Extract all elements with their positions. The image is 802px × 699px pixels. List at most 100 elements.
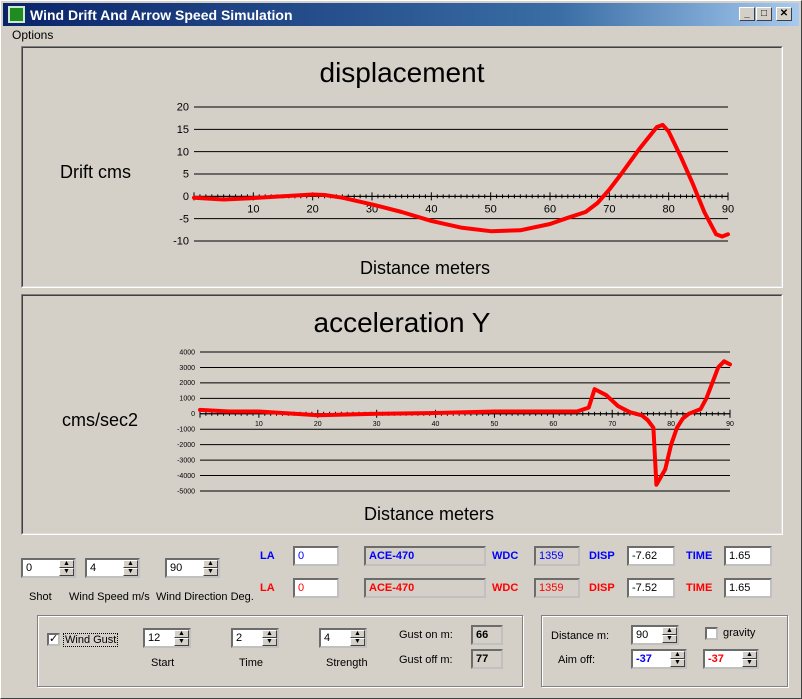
spin-down-icon[interactable]: ▼ xyxy=(174,638,189,646)
acceleration-data-point xyxy=(722,359,726,363)
acceleration-data-point xyxy=(651,426,655,430)
acceleration-y-tick-label: -4000 xyxy=(177,473,195,480)
wdc-label-red: WDC xyxy=(492,582,519,594)
spin-up-icon[interactable]: ▲ xyxy=(662,627,677,635)
wind-direction-value[interactable]: 90 xyxy=(170,562,182,574)
acceleration-x-tick-label: 50 xyxy=(491,421,499,428)
acceleration-y-tick-label: -2000 xyxy=(177,442,195,449)
spin-up-icon[interactable]: ▲ xyxy=(59,560,74,568)
spin-down-icon[interactable]: ▼ xyxy=(203,568,218,576)
disp-field-blue: -7.62 xyxy=(627,546,675,566)
maximize-button[interactable]: □ xyxy=(756,7,772,21)
distance-value[interactable]: 90 xyxy=(636,629,648,641)
displacement-data-point xyxy=(726,232,730,236)
app-icon[interactable] xyxy=(8,6,25,23)
acceleration-data-point xyxy=(227,409,231,413)
displacement-data-point xyxy=(192,196,196,200)
displacement-y-tick-label: -5 xyxy=(179,213,189,225)
disp-label-blue: DISP xyxy=(589,550,615,562)
spin-up-icon[interactable]: ▲ xyxy=(203,560,218,568)
gust-start-spinner[interactable]: 12 ▲ ▼ xyxy=(143,628,191,648)
displacement-data-point xyxy=(637,147,641,151)
spin-down-icon[interactable]: ▼ xyxy=(670,659,685,667)
acceleration-data-point xyxy=(604,393,608,397)
acceleration-x-tick-label: 30 xyxy=(373,421,381,428)
displacement-y-tick-label: 5 xyxy=(183,169,189,181)
acceleration-y-tick-label: -5000 xyxy=(177,488,195,495)
displacement-data-point xyxy=(281,194,285,198)
acceleration-data-point xyxy=(257,409,261,413)
aim-off-spinner-red[interactable]: -37 ▲ ▼ xyxy=(703,649,759,669)
aim-off-value-blue[interactable]: -37 xyxy=(636,653,652,665)
wind-speed-spinner[interactable]: 4 ▲ ▼ xyxy=(85,558,140,578)
wind-speed-value[interactable]: 4 xyxy=(90,562,96,574)
spin-down-icon[interactable]: ▼ xyxy=(350,638,365,646)
wind-direction-spinner[interactable]: 90 ▲ ▼ xyxy=(165,558,220,578)
acceleration-data-point xyxy=(198,408,202,412)
displacement-chart: 20151050-5-1010 20 30 40 50 60 70 80 90 xyxy=(173,102,734,248)
shot-value[interactable]: 0 xyxy=(26,562,32,574)
gust-start-value[interactable]: 12 xyxy=(148,632,160,644)
displacement-data-point xyxy=(619,172,623,176)
spin-up-icon[interactable]: ▲ xyxy=(123,560,138,568)
shot-label: Shot xyxy=(29,591,52,603)
displacement-data-point xyxy=(251,196,255,200)
aim-off-spinner-blue[interactable]: -37 ▲ ▼ xyxy=(631,649,687,669)
spin-down-icon[interactable]: ▼ xyxy=(59,568,74,576)
acceleration-x-tick-label: 10 xyxy=(255,421,263,428)
acceleration-data-point xyxy=(669,443,673,447)
acceleration-y-tick-label: 4000 xyxy=(179,349,195,356)
displacement-y-tick-label: -10 xyxy=(173,236,189,248)
displacement-x-tick-label: 90 xyxy=(722,203,734,215)
displacement-x-tick-label: 80 xyxy=(663,203,675,215)
close-button[interactable]: ✕ xyxy=(776,7,792,21)
disp-field-red: -7.52 xyxy=(627,578,675,598)
displacement-y-tick-label: 20 xyxy=(177,102,189,114)
la-label-blue: LA xyxy=(260,550,275,562)
menu-options[interactable]: Options xyxy=(5,27,60,43)
displacement-data-point xyxy=(667,130,671,134)
acceleration-data-point xyxy=(681,416,685,420)
spin-up-icon[interactable]: ▲ xyxy=(670,651,685,659)
model-field-red: ACE-470 xyxy=(364,578,486,598)
shot-spinner[interactable]: 0 ▲ ▼ xyxy=(21,558,76,578)
wind-gust-label[interactable]: Wind Gust xyxy=(63,633,119,647)
displacement-data-point xyxy=(459,226,463,230)
spin-down-icon[interactable]: ▼ xyxy=(262,638,277,646)
spin-down-icon[interactable]: ▼ xyxy=(742,659,757,667)
distance-spinner[interactable]: 90 ▲ ▼ xyxy=(631,625,679,645)
displacement-data-point xyxy=(595,201,599,205)
spin-up-icon[interactable]: ▲ xyxy=(350,630,365,638)
acceleration-data-point xyxy=(575,409,579,413)
spin-up-icon[interactable]: ▲ xyxy=(262,630,277,638)
la-input-blue[interactable]: 0 xyxy=(293,546,339,566)
spin-up-icon[interactable]: ▲ xyxy=(742,651,757,659)
gust-time-spinner[interactable]: 2 ▲ ▼ xyxy=(231,628,279,648)
acceleration-y-tick-label: 2000 xyxy=(179,380,195,387)
gust-on-label: Gust on m: xyxy=(399,629,453,641)
aim-off-value-red[interactable]: -37 xyxy=(708,653,724,665)
la-input-red[interactable]: 0 xyxy=(293,578,339,598)
acceleration-x-tick-label: 80 xyxy=(667,421,675,428)
acceleration-x-tick-label: 70 xyxy=(608,421,616,428)
acceleration-y-tick-label: -3000 xyxy=(177,457,195,464)
spin-down-icon[interactable]: ▼ xyxy=(123,568,138,576)
spin-down-icon[interactable]: ▼ xyxy=(662,635,677,643)
gust-strength-spinner[interactable]: 4 ▲ ▼ xyxy=(319,628,367,648)
acceleration-y-tick-label: 1000 xyxy=(179,396,195,403)
wdc-field-red: 1359 xyxy=(534,578,580,598)
wind-gust-checkbox[interactable]: ✓ xyxy=(47,633,60,646)
displacement-x-tick-label: 40 xyxy=(425,203,437,215)
gust-time-value[interactable]: 2 xyxy=(236,632,242,644)
la-label-red: LA xyxy=(260,582,275,594)
displacement-y-tick-label: 15 xyxy=(177,124,189,136)
displacement-data-point xyxy=(702,210,706,214)
acceleration-x-tick-label: 90 xyxy=(726,421,734,428)
acceleration-data-point xyxy=(699,407,703,411)
spin-up-icon[interactable]: ▲ xyxy=(174,630,189,638)
acceleration-data-point xyxy=(663,467,667,471)
gust-strength-value[interactable]: 4 xyxy=(324,632,330,644)
gravity-label[interactable]: gravity xyxy=(723,627,755,639)
gravity-checkbox[interactable] xyxy=(705,627,718,640)
minimize-button[interactable]: _ xyxy=(739,7,755,21)
